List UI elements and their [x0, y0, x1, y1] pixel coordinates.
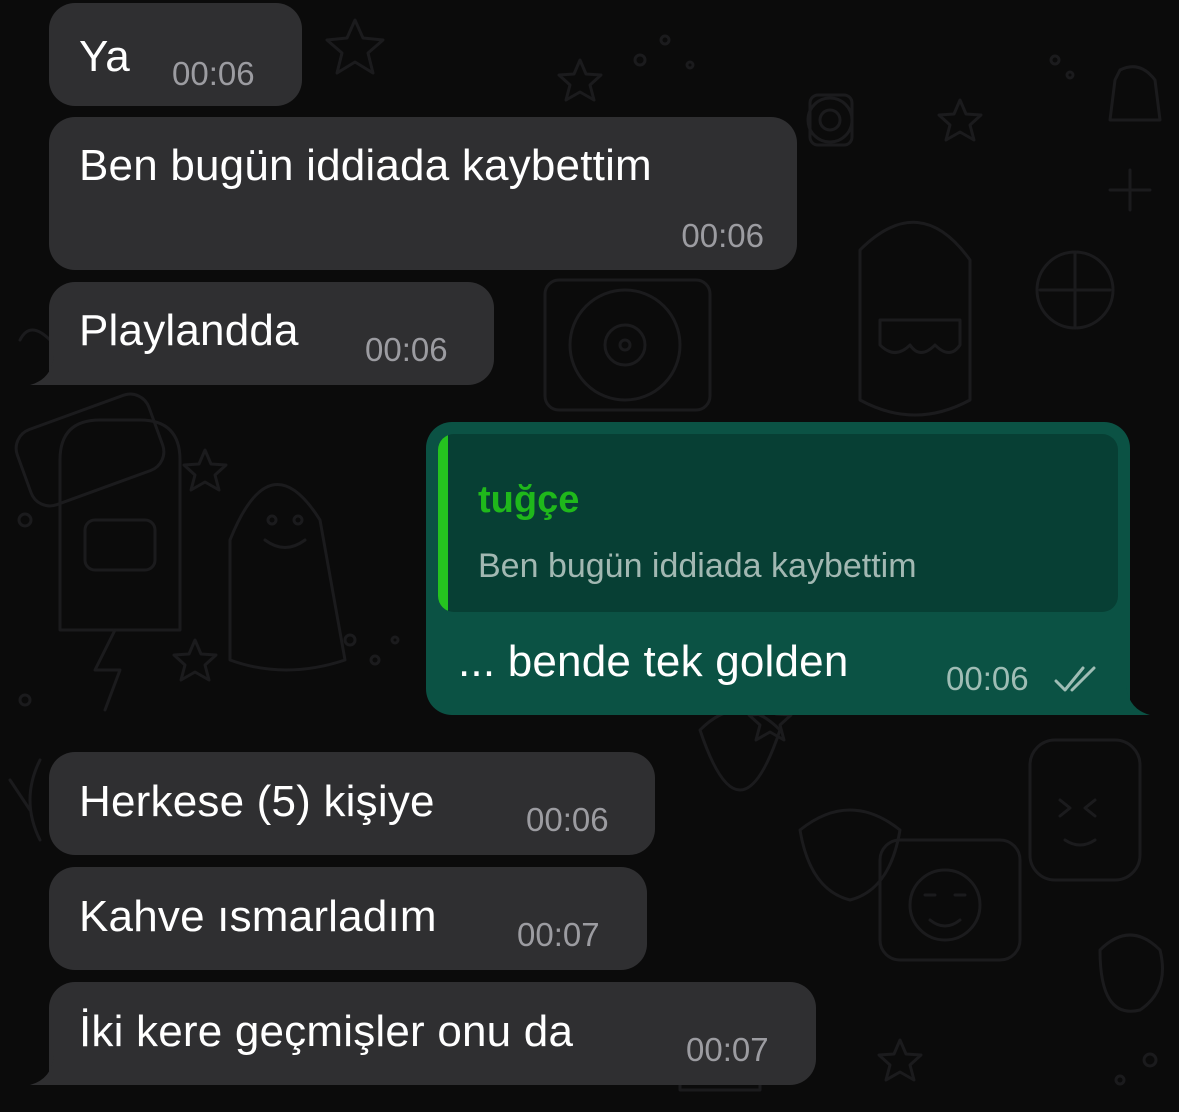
reply-quote-text: Ben bugün iddiada kaybettim [478, 547, 917, 585]
message-timestamp: 00:07 [517, 916, 600, 953]
message-timestamp: 00:06 [172, 55, 255, 92]
message-list[interactable]: Ya 00:06 Ben bugün iddiada kaybettim 00:… [0, 0, 1179, 1112]
incoming-message-bubble[interactable]: Ben bugün iddiada kaybettim 00:06 [49, 117, 797, 270]
message-text: Kahve ısmarladım [79, 892, 437, 941]
incoming-message-bubble[interactable]: İki kere geçmişler onu da 00:07 [49, 982, 816, 1085]
outgoing-message-bubble[interactable]: tuğçe Ben bugün iddiada kaybettim ... be… [426, 422, 1130, 715]
incoming-message-bubble[interactable]: Playlandda 00:06 [49, 282, 494, 385]
message-text: Ben bugün iddiada kaybettim [79, 141, 652, 190]
bubble-tail [30, 355, 70, 385]
incoming-message-bubble[interactable]: Kahve ısmarladım 00:07 [49, 867, 647, 970]
message-timestamp: 00:06 [365, 331, 448, 368]
incoming-message-bubble[interactable]: Herkese (5) kişiye 00:06 [49, 752, 655, 855]
message-timestamp: 00:06 [681, 217, 764, 254]
message-timestamp: 00:06 [946, 660, 1029, 697]
message-timestamp: 00:06 [526, 801, 609, 838]
message-text: İki kere geçmişler onu da [79, 1007, 574, 1056]
reply-quote-accent-bar [438, 434, 448, 612]
message-text: ... bende tek golden [458, 637, 849, 686]
bubble-tail [30, 1055, 70, 1085]
message-text: Herkese (5) kişiye [79, 777, 435, 826]
incoming-message-bubble[interactable]: Ya 00:06 [49, 3, 302, 106]
double-check-read-icon [1054, 666, 1096, 692]
reply-quote[interactable]: tuğçe Ben bugün iddiada kaybettim [438, 434, 1118, 612]
message-text: Ya [79, 32, 130, 81]
reply-quote-author: tuğçe [478, 479, 580, 521]
message-timestamp: 00:07 [686, 1031, 769, 1068]
bubble-tail [1110, 685, 1150, 715]
message-text: Playlandda [79, 306, 299, 355]
